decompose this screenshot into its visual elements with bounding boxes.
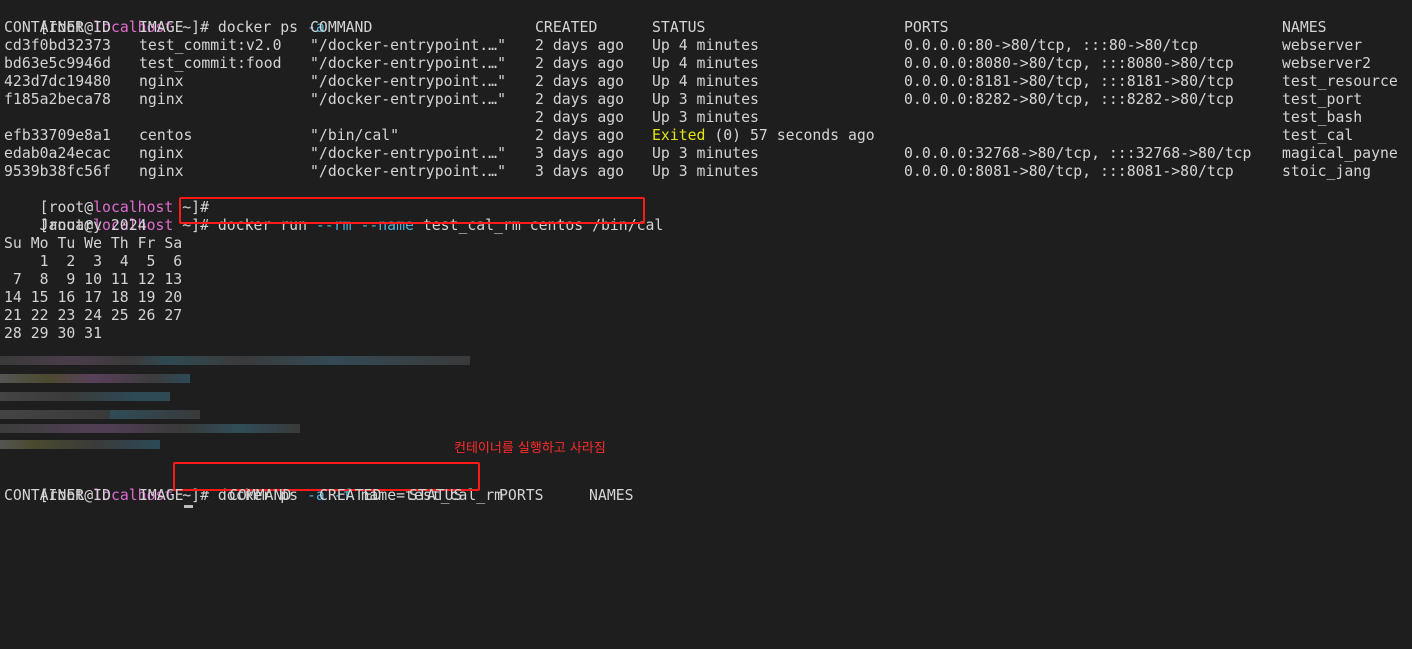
cell-image: nginx [139,145,184,162]
table-row: 9539b38fc56f nginx "/docker-entrypoint.…… [4,163,1412,181]
cell-created: 2 days ago [535,73,625,90]
cell-command: "/docker-entrypoint.…" [310,55,506,72]
calendar-title: January 2024 [4,217,147,234]
cell-names: test_bash [1282,109,1363,126]
cell-image: test_commit:food [139,55,282,72]
prompt-line-1: [root@localhost ~]# docker ps -a [4,1,325,36]
cell-status: Up 4 minutes [652,73,759,90]
cell-container-id: 9539b38fc56f [4,163,111,180]
table-row: f185a2beca78 nginx "/docker-entrypoint.…… [4,91,1412,109]
cell-ports: 0.0.0.0:8181->80/tcp, :::8181->80/tcp [904,73,1234,90]
cell-created: 2 days ago [535,37,625,54]
cell-names: magical_payne [1282,145,1398,162]
cell-container-id: f185a2beca78 [4,91,111,108]
exited-word: Exited [652,127,706,144]
calendar-week: 28 29 30 31 [4,325,102,342]
annotation-note: 컨테이너를 실행하고 사라짐 [454,441,606,456]
col-created: CREATED [319,487,382,504]
col-container-id: CONTAINER ID [4,487,111,504]
cell-command: "/docker-entrypoint.…" [310,145,506,162]
cell-created: 3 days ago [535,145,625,162]
table-row: bd63e5c9946d test_commit:food "/docker-e… [4,55,1412,73]
cell-container-id: cd3f0bd32373 [4,37,111,54]
table-row: cd3f0bd32373 test_commit:v2.0 "/docker-e… [4,37,1412,55]
cell-status: Up 3 minutes [652,91,759,108]
cell-created: 2 days ago [535,109,625,126]
cell-status: Up 4 minutes [652,55,759,72]
cell-ports: 0.0.0.0:80->80/tcp, :::80->80/tcp [904,37,1198,54]
table-row: 2 days ago Up 3 minutes test_bash [4,109,1412,127]
table-row: edab0a24ecac nginx "/docker-entrypoint.…… [4,145,1412,163]
col-names: NAMES [589,487,634,504]
col-ports: PORTS [499,487,544,504]
ps-table-header: CONTAINER ID IMAGE COMMAND CREATED STATU… [4,19,1412,37]
calendar-week: 21 22 23 24 25 26 27 [4,307,183,324]
cell-names: webserver2 [1282,55,1372,72]
calendar-week: 1 2 3 4 5 6 [4,253,183,270]
col-image: IMAGE [139,19,184,36]
cell-container-id: bd63e5c9946d [4,55,111,72]
cell-command: "/bin/cal" [310,127,400,144]
cell-container-id: edab0a24ecac [4,145,111,162]
cell-ports: 0.0.0.0:8080->80/tcp, :::8080->80/tcp [904,55,1234,72]
redacted-region [0,352,480,457]
cell-ports: 0.0.0.0:8282->80/tcp, :::8282->80/tcp [904,91,1234,108]
terminal-cursor [184,505,193,508]
exited-detail: (0) 57 seconds ago [705,127,875,144]
cell-command: "/docker-entrypoint.…" [310,73,506,90]
cell-names: webserver [1282,37,1363,54]
highlight-box-run-command [179,197,645,224]
cell-command: "/docker-entrypoint.…" [310,163,506,180]
cell-image: test_commit:v2.0 [139,37,282,54]
cell-created: 3 days ago [535,163,625,180]
cell-status: Up 3 minutes [652,109,759,126]
col-image: IMAGE [139,487,184,504]
col-status: STATUS [652,19,706,36]
cell-status-exited: Exited (0) 57 seconds ago [652,127,875,145]
col-created: CREATED [535,19,598,36]
table-row: 423d7dc19480 nginx "/docker-entrypoint.…… [4,73,1412,91]
col-container-id: CONTAINER ID [4,19,111,36]
cell-status: Up 3 minutes [652,163,759,180]
cell-image: centos [139,127,193,144]
cell-created: 2 days ago [535,55,625,72]
ps-table2-header: CONTAINER ID IMAGE COMMAND CREATED STATU… [4,487,704,505]
table-row: efb33709e8a1 centos "/bin/cal" 2 days ag… [4,127,1412,145]
cell-names: test_cal [1282,127,1354,144]
cell-names: test_resource [1282,73,1398,90]
calendar-weekdays: Su Mo Tu We Th Fr Sa [4,235,183,252]
cell-created: 2 days ago [535,91,625,108]
cell-ports: 0.0.0.0:8081->80/tcp, :::8081->80/tcp [904,163,1234,180]
col-command: COMMAND [310,19,373,36]
terminal-window[interactable]: [root@localhost ~]# docker ps -a CONTAIN… [0,0,1412,509]
cell-names: test_port [1282,91,1363,108]
calendar-week: 14 15 16 17 18 19 20 [4,289,183,306]
cell-created: 2 days ago [535,127,625,144]
cell-image: nginx [139,163,184,180]
cell-image: nginx [139,73,184,90]
calendar-week: 7 8 9 10 11 12 13 [4,271,183,288]
cell-command: "/docker-entrypoint.…" [310,37,506,54]
cell-ports: 0.0.0.0:32768->80/tcp, :::32768->80/tcp [904,145,1252,162]
cell-status: Up 3 minutes [652,145,759,162]
cell-status: Up 4 minutes [652,37,759,54]
cell-image: nginx [139,91,184,108]
col-names: NAMES [1282,19,1327,36]
cell-command: "/docker-entrypoint.…" [310,91,506,108]
col-ports: PORTS [904,19,949,36]
cell-container-id: 423d7dc19480 [4,73,111,90]
col-command: COMMAND [229,487,292,504]
cell-names: stoic_jang [1282,163,1372,180]
cell-container-id: efb33709e8a1 [4,127,111,144]
col-status: STATUS [409,487,463,504]
